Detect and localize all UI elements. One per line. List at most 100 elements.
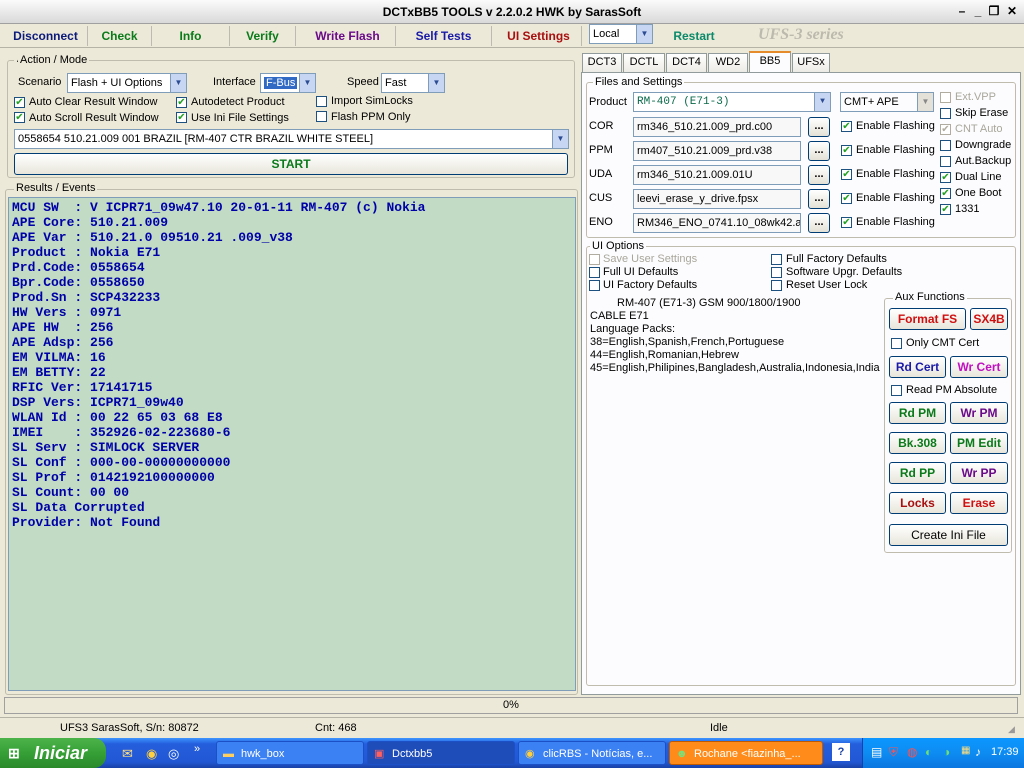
tab-wd2[interactable]: WD2 xyxy=(708,53,748,72)
cnt-auto-checkbox[interactable]: ✔ xyxy=(940,124,951,135)
interface-select[interactable]: F-Bus ▼ xyxy=(260,73,316,93)
format-fs-button[interactable]: Format FS xyxy=(889,308,966,330)
read-pm-absolute-checkbox[interactable] xyxy=(891,385,902,396)
resize-grip-icon[interactable]: ◢ xyxy=(1008,724,1020,736)
wr-cert-button[interactable]: Wr Cert xyxy=(950,356,1008,378)
product-code-select[interactable]: 0558654 510.21.009 001 BRAZIL [RM-407 CT… xyxy=(14,129,569,149)
location-select[interactable]: Local ▼ xyxy=(589,24,653,44)
restore-icon[interactable]: ❐ xyxy=(986,4,1002,19)
progress-bar: 0% xyxy=(4,697,1018,714)
restart-button[interactable]: Restart xyxy=(660,26,728,46)
eno-browse-button[interactable]: ... xyxy=(808,213,830,233)
minimize-icon[interactable]: – xyxy=(954,4,970,19)
cus-browse-button[interactable]: ... xyxy=(808,189,830,209)
create-ini-button[interactable]: Create Ini File xyxy=(889,524,1008,546)
taskbar-item-clicrbs[interactable]: ◉ clicRBS - Notícias, e... xyxy=(518,741,666,765)
chrome-icon[interactable]: ◉ xyxy=(146,746,157,762)
browser-icon[interactable]: ◎ xyxy=(168,746,179,762)
reset-user-lock-checkbox[interactable] xyxy=(771,280,782,291)
sx4b-button[interactable]: SX4B xyxy=(970,308,1008,330)
product-select[interactable]: RM-407 (E71-3) ▼ xyxy=(633,92,831,112)
tab-dctl[interactable]: DCTL xyxy=(623,53,665,72)
close-icon[interactable]: ✕ xyxy=(1004,4,1020,19)
start-button[interactable]: START xyxy=(14,153,568,175)
cor-browse-button[interactable]: ... xyxy=(808,117,830,137)
whatsapp-icon[interactable]: ◐ xyxy=(925,745,932,759)
chevron-down-icon: ▼ xyxy=(299,74,315,92)
info-button[interactable]: Info xyxy=(152,26,230,46)
tab-dct3[interactable]: DCT3 xyxy=(582,53,622,72)
cus-enable-checkbox[interactable]: ✔ xyxy=(841,193,852,204)
import-simlocks-checkbox[interactable] xyxy=(316,96,327,107)
pm-edit-button[interactable]: PM Edit xyxy=(950,432,1008,454)
dual-line-checkbox[interactable]: ✔ xyxy=(940,172,951,183)
self-tests-button[interactable]: Self Tests xyxy=(396,26,492,46)
results-log[interactable]: MCU SW : V ICPR71_09w47.10 20-01-11 RM-4… xyxy=(8,197,576,691)
mode-select[interactable]: CMT+ APE ▼ xyxy=(840,92,934,112)
clock[interactable]: 17:39 xyxy=(991,746,1019,758)
wr-pm-button[interactable]: Wr PM xyxy=(950,402,1008,424)
rd-pp-button[interactable]: Rd PP xyxy=(889,462,946,484)
start-button-xp[interactable]: ⊞ Iniciar xyxy=(0,738,106,768)
ui-settings-button[interactable]: UI Settings xyxy=(496,26,582,46)
network-icon[interactable]: ▤ xyxy=(871,745,882,759)
ui-factory-checkbox[interactable] xyxy=(589,280,600,291)
locks-button[interactable]: Locks xyxy=(889,492,946,514)
write-flash-button[interactable]: Write Flash xyxy=(300,26,396,46)
taskbar-item-hwk-box[interactable]: ▬ hwk_box xyxy=(216,741,364,765)
aut-backup-label: Aut.Backup xyxy=(955,155,1012,167)
verify-button[interactable]: Verify xyxy=(230,26,296,46)
messenger-tray-icon[interactable]: ◑ xyxy=(943,745,950,759)
rd-pm-button[interactable]: Rd PM xyxy=(889,402,946,424)
ppm-file-field[interactable]: rm407_510.21.009_prd.v38 xyxy=(633,141,801,161)
skip-erase-checkbox[interactable] xyxy=(940,108,951,119)
ppm-browse-button[interactable]: ... xyxy=(808,141,830,161)
cus-file-field[interactable]: leevi_erase_y_drive.fpsx xyxy=(633,189,801,209)
volume-icon[interactable]: ♪ xyxy=(975,745,981,759)
minimize-alt-icon[interactable]: _ xyxy=(970,4,986,19)
1331-checkbox[interactable]: ✔ xyxy=(940,204,951,215)
downgrade-checkbox[interactable] xyxy=(940,140,951,151)
taskbar-item-dctxbb5[interactable]: ▣ Dctxbb5 xyxy=(367,741,515,765)
ppm-enable-checkbox[interactable]: ✔ xyxy=(841,145,852,156)
cor-enable-checkbox[interactable]: ✔ xyxy=(841,121,852,132)
wr-pp-button[interactable]: Wr PP xyxy=(950,462,1008,484)
cor-file-field[interactable]: rm346_510.21.009_prd.c00 xyxy=(633,117,801,137)
rd-cert-button[interactable]: Rd Cert xyxy=(889,356,946,378)
auto-scroll-checkbox[interactable]: ✔ xyxy=(14,112,25,123)
uda-file-field[interactable]: rm346_510.21.009.01U xyxy=(633,165,801,185)
save-user-checkbox[interactable] xyxy=(589,254,600,265)
taskbar-item-rochane[interactable]: ☻ Rochane <fiazinha_... xyxy=(669,741,823,765)
only-cmt-checkbox[interactable] xyxy=(891,338,902,349)
tab-bb5[interactable]: BB5 xyxy=(749,51,791,73)
tab-ufsx[interactable]: UFSx xyxy=(792,53,830,72)
shield-icon[interactable]: ⛨ xyxy=(889,745,898,760)
full-factory-checkbox[interactable] xyxy=(771,254,782,265)
chevron-right-icon[interactable]: » xyxy=(194,743,200,755)
mail-icon[interactable]: ✉ xyxy=(122,746,133,762)
eno-file-field[interactable]: RM346_ENO_0741.10_08wk42.a xyxy=(633,213,801,233)
bk308-button[interactable]: Bk.308 xyxy=(889,432,946,454)
auto-clear-checkbox[interactable]: ✔ xyxy=(14,97,25,108)
one-boot-checkbox[interactable]: ✔ xyxy=(940,188,951,199)
flash-ppm-only-checkbox[interactable] xyxy=(316,111,327,122)
uda-enable-checkbox[interactable]: ✔ xyxy=(841,169,852,180)
check-button[interactable]: Check xyxy=(88,26,152,46)
autodetect-checkbox[interactable]: ✔ xyxy=(176,97,187,108)
speed-select[interactable]: Fast ▼ xyxy=(381,73,445,93)
eno-enable-checkbox[interactable]: ✔ xyxy=(841,217,852,228)
full-ui-checkbox[interactable] xyxy=(589,267,600,278)
ext-vpp-checkbox[interactable] xyxy=(940,92,951,103)
messenger-icon: ☻ xyxy=(676,748,688,760)
tab-dct4[interactable]: DCT4 xyxy=(666,53,707,72)
security-icon[interactable]: ◍ xyxy=(907,745,917,759)
erase-button[interactable]: Erase xyxy=(950,492,1008,514)
aut-backup-checkbox[interactable] xyxy=(940,156,951,167)
scenario-select[interactable]: Flash + UI Options ▼ xyxy=(67,73,187,93)
software-upgr-checkbox[interactable] xyxy=(771,267,782,278)
use-ini-checkbox[interactable]: ✔ xyxy=(176,112,187,123)
app-tray-icon[interactable]: ▦ xyxy=(961,745,970,756)
uda-browse-button[interactable]: ... xyxy=(808,165,830,185)
help-icon[interactable]: ? xyxy=(832,743,850,761)
disconnect-button[interactable]: Disconnect xyxy=(4,26,88,46)
